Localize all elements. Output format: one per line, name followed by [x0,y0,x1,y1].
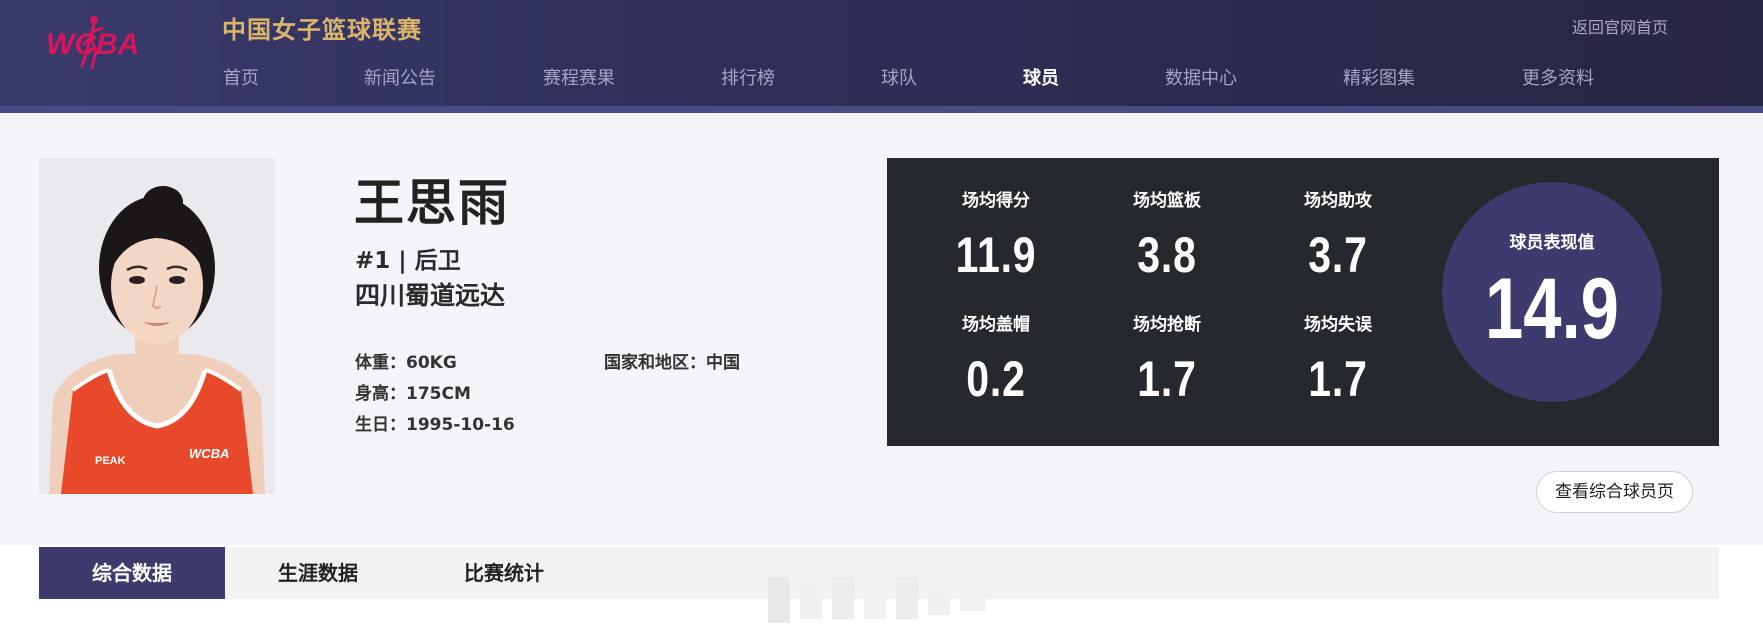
stat-label-assists: 场均助攻 [1304,191,1372,211]
jersey-wcba-logo: WCBA [189,446,229,461]
nav-item-players[interactable]: 球员 [1023,64,1059,90]
loading-placeholder [768,577,986,623]
performance-label: 球员表现值 [1509,233,1595,253]
nav-item-teams[interactable]: 球队 [881,64,917,90]
stat-label-turnovers: 场均失误 [1304,315,1372,335]
stats-panel: 场均得分 11.9 场均篮板 3.8 场均助攻 3.7 场均盖帽 0.2 场均抢… [887,158,1719,446]
player-photo: PEAK WCBA [39,158,275,494]
player-birthday: 生日：1995-10-16 [355,415,515,435]
player-team[interactable]: 四川蜀道远达 [355,276,505,312]
view-player-page-button[interactable]: 查看综合球员页 [1536,471,1693,513]
nav-item-schedule[interactable]: 赛程赛果 [543,64,615,90]
player-name: 王思雨 [354,174,510,232]
stat-label-points: 场均得分 [962,191,1030,211]
stat-label-rebounds: 场均篮板 [1133,191,1201,211]
stat-value-steals: 1.7 [1137,351,1197,407]
stat-label-blocks: 场均盖帽 [962,315,1030,335]
stat-value-rebounds: 3.8 [1137,227,1197,283]
nav-item-news[interactable]: 新闻公告 [364,64,436,90]
player-number-position: #1 | 后卫 [355,248,461,274]
nav-item-home[interactable]: 首页 [223,64,259,90]
player-weight: 体重：60KG [355,353,457,373]
player-country: 国家和地区：中国 [604,353,740,373]
main-nav: 首页 新闻公告 赛程赛果 排行榜 球队 球员 数据中心 精彩图集 更多资料 [0,64,1763,90]
nav-item-rankings[interactable]: 排行榜 [721,64,775,90]
nav-item-gallery[interactable]: 精彩图集 [1343,64,1415,90]
performance-circle: 球员表现值 14.9 [1442,182,1662,402]
player-height: 身高：175CM [355,384,471,404]
stat-value-blocks: 0.2 [966,351,1026,407]
back-home-link[interactable]: 返回官网首页 [1572,14,1668,38]
stat-value-turnovers: 1.7 [1308,351,1368,407]
tab-match-stats[interactable]: 比赛统计 [411,547,597,599]
nav-item-data-center[interactable]: 数据中心 [1165,64,1237,90]
nav-item-more[interactable]: 更多资料 [1522,64,1594,90]
performance-value: 14.9 [1485,261,1619,357]
stat-value-points: 11.9 [955,227,1037,283]
header-divider [0,106,1763,113]
tab-career-data[interactable]: 生涯数据 [225,547,411,599]
site-title[interactable]: 中国女子篮球联赛 [222,10,422,45]
player-profile: PEAK WCBA 王思雨 #1 | 后卫 四川蜀道远达 体重：60KG 国家和… [0,113,1763,545]
jersey-peak-logo: PEAK [95,455,126,467]
stat-label-steals: 场均抢断 [1133,315,1201,335]
tab-overall-data[interactable]: 综合数据 [39,547,225,599]
top-header: WCBA 中国女子篮球联赛 返回官网首页 首页 新闻公告 赛程赛果 排行榜 球队… [0,0,1763,113]
stat-value-assists: 3.7 [1308,227,1368,283]
